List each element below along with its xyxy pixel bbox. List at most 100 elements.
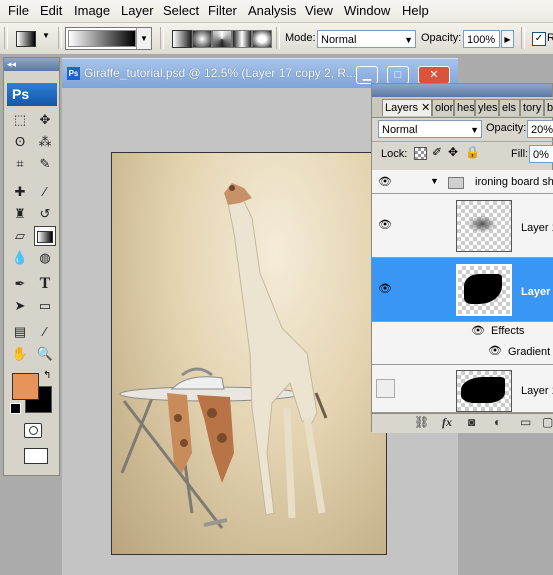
layer-style-icon[interactable]: fx [442, 415, 452, 430]
swap-colors-icon[interactable]: ↰ [43, 370, 51, 381]
pen-tool-icon[interactable]: ✒ [9, 274, 31, 294]
layer-effects-row[interactable]: 👁 Effects [372, 322, 553, 341]
history-brush-tool-icon[interactable]: ↺ [34, 204, 56, 224]
tab-swatches[interactable]: hes [454, 99, 475, 116]
tab-styles[interactable]: yles [475, 99, 499, 116]
crop-tool-icon[interactable]: ⌗ [9, 154, 31, 174]
new-group-icon[interactable]: ▭ [520, 415, 531, 429]
layer-row-selected[interactable]: 👁 Layer [372, 258, 553, 322]
photoshop-logo[interactable]: Ps [7, 83, 57, 106]
layer-opacity-value: 20% [531, 124, 553, 136]
quick-mask-icon[interactable] [24, 423, 42, 438]
layer-name: Layer 1 [521, 385, 553, 397]
angle-gradient-button[interactable] [212, 30, 232, 48]
zoom-tool-icon[interactable]: 🔍 [34, 344, 56, 364]
tab-channels[interactable]: els [499, 99, 520, 116]
path-selection-tool-icon[interactable]: ➤ [9, 296, 31, 316]
reflected-gradient-button[interactable] [232, 30, 252, 48]
eye-icon[interactable]: 👁 [471, 324, 485, 337]
slice-tool-icon[interactable]: ✎ [34, 154, 56, 174]
tab-actions[interactable]: b [544, 99, 553, 116]
gradient-picker[interactable]: ▼ [65, 27, 152, 50]
brush-tool-icon[interactable]: ∕ [34, 182, 56, 202]
mode-select[interactable]: Normal ▼ [317, 30, 416, 48]
magic-wand-tool-icon[interactable]: ⁂ [34, 132, 56, 152]
menu-analysis[interactable]: Analysis [248, 3, 296, 18]
close-button[interactable]: ✕ [418, 66, 450, 84]
close-icon[interactable]: ✕ [421, 102, 430, 114]
opacity-slider-button[interactable]: ▶ [501, 30, 514, 48]
folder-icon [448, 177, 464, 189]
layer-row[interactable]: 👁 Layer 1 [372, 194, 553, 258]
layer-effect-row[interactable]: 👁 Gradient O [372, 341, 553, 365]
blur-tool-icon[interactable]: 💧 [9, 248, 31, 268]
notes-tool-icon[interactable]: ▤ [9, 322, 31, 342]
lock-image-icon[interactable]: ✐ [432, 145, 442, 159]
fill-input[interactable]: 0% [529, 145, 553, 163]
clone-stamp-tool-icon[interactable]: ♜ [9, 204, 31, 224]
menu-layer[interactable]: Layer [121, 3, 154, 18]
reverse-checkbox[interactable]: ✓ [532, 32, 546, 46]
menu-select[interactable]: Select [163, 3, 199, 18]
menu-window[interactable]: Window [344, 3, 390, 18]
type-tool-icon[interactable]: T [34, 274, 56, 294]
fill-label: Fill: [511, 148, 529, 160]
lock-transparency-icon[interactable] [414, 147, 427, 160]
eye-icon[interactable]: 👁 [376, 280, 394, 298]
menu-image[interactable]: Image [74, 3, 110, 18]
adjustment-layer-icon[interactable]: ◐ [494, 415, 501, 429]
eye-icon[interactable]: 👁 [488, 344, 502, 357]
tab-history[interactable]: tory [520, 99, 544, 116]
lock-all-icon[interactable]: 🔒 [465, 145, 480, 159]
lasso-tool-icon[interactable]: ʘ [9, 132, 31, 152]
add-mask-icon[interactable]: ◙ [468, 415, 475, 429]
opacity-input[interactable]: 100% [463, 30, 500, 48]
marquee-tool-icon[interactable]: ⬚ [9, 110, 31, 130]
foreground-color-swatch[interactable] [12, 373, 39, 400]
document-canvas[interactable] [111, 152, 387, 555]
blend-mode-select[interactable]: Normal ▼ [378, 120, 482, 138]
tab-layers[interactable]: Layers ✕ [382, 99, 432, 116]
gradient-tool-icon [16, 31, 36, 47]
diamond-gradient-button[interactable] [252, 30, 272, 48]
tab-channels-label: els [502, 102, 517, 114]
menu-filter[interactable]: Filter [208, 3, 237, 18]
maximize-button[interactable]: □ [387, 66, 409, 84]
layer-thumbnail [456, 264, 512, 316]
eye-icon[interactable]: 👁 [376, 216, 394, 234]
menu-edit[interactable]: Edit [40, 3, 62, 18]
toolbox-header[interactable]: ◂◂ [4, 58, 59, 71]
gradient-tool-icon[interactable] [34, 226, 56, 246]
tab-color[interactable]: olor [432, 99, 454, 116]
menu-view[interactable]: View [305, 3, 333, 18]
lock-position-icon[interactable]: ✥ [448, 145, 458, 159]
new-layer-icon[interactable]: ▢ [542, 415, 553, 429]
tab-actions-label: b [547, 102, 553, 114]
hand-tool-icon[interactable]: ✋ [9, 344, 31, 364]
shape-tool-icon[interactable]: ▭ [34, 296, 56, 316]
eraser-tool-icon[interactable]: ▱ [9, 226, 31, 246]
tool-preset-picker[interactable]: ▼ [12, 28, 56, 48]
layer-row[interactable]: Layer 1 [372, 365, 553, 413]
menu-file[interactable]: File [8, 3, 29, 18]
panel-header[interactable] [372, 84, 552, 97]
dodge-tool-icon[interactable]: ◍ [34, 248, 56, 268]
layers-panel: Layers ✕ olor hes yles els tory b Normal… [371, 83, 553, 433]
chevron-down-icon[interactable]: ▼ [136, 28, 151, 49]
visibility-toggle[interactable] [376, 379, 395, 398]
screen-mode-icon[interactable] [24, 448, 48, 464]
layer-row-group[interactable]: 👁 ▼ ironing board sha [372, 170, 553, 194]
move-tool-icon[interactable]: ✥ [34, 110, 56, 130]
menu-help[interactable]: Help [402, 3, 429, 18]
eyedropper-tool-icon[interactable]: ⁄ [34, 322, 56, 342]
layer-opacity-input[interactable]: 20% [527, 120, 553, 138]
collapse-arrow-icon[interactable]: ▼ [430, 176, 439, 186]
collapse-icon[interactable]: ◂◂ [7, 59, 16, 69]
linear-gradient-button[interactable] [172, 30, 192, 48]
minimize-button[interactable]: ▁ [356, 66, 378, 84]
radial-gradient-button[interactable] [192, 30, 212, 48]
default-colors-icon[interactable] [10, 403, 21, 414]
healing-brush-tool-icon[interactable]: ✚ [9, 182, 31, 202]
link-layers-icon[interactable]: ⛓ [414, 415, 429, 429]
eye-icon[interactable]: 👁 [376, 173, 394, 191]
